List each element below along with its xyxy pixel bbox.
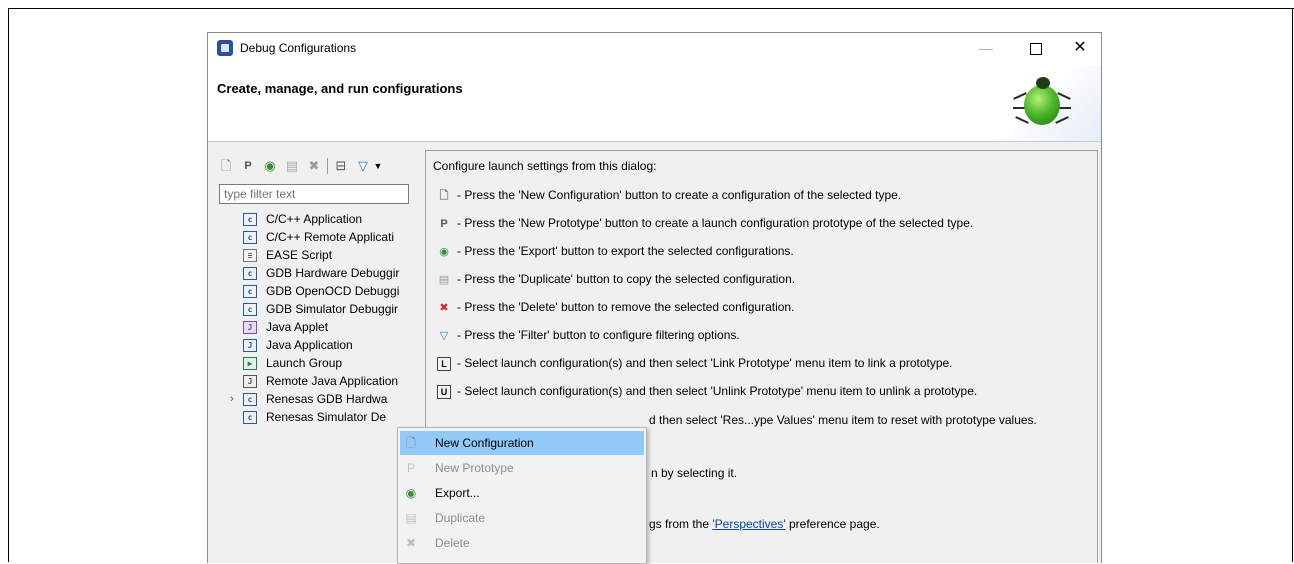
script-icon: ≡ (243, 249, 257, 262)
new-prototype-icon: P (406, 461, 415, 475)
view-menu-icon[interactable]: ▼ (373, 158, 383, 174)
outer-frame-right (1292, 8, 1293, 562)
header-title: Create, manage, and run configurations (217, 81, 463, 96)
outer-frame-left (8, 8, 9, 562)
help-row: 🗋 - Press the 'New Configuration' button … (437, 184, 902, 206)
duplicate-icon: ▤ (405, 511, 417, 525)
outer-frame-top (8, 8, 1294, 9)
menu-item-export[interactable]: ◉ Export... (400, 481, 644, 505)
tree-item[interactable]: J Java Application (215, 336, 425, 354)
bug-head (1036, 77, 1050, 89)
new-prototype-icon: P (440, 217, 448, 230)
export-icon[interactable]: ◉ (262, 158, 278, 174)
maximize-icon (1030, 43, 1042, 56)
tree-item[interactable]: ≡ EASE Script (215, 246, 425, 264)
tree-item[interactable]: c C/C++ Remote Applicati (215, 228, 425, 246)
export-icon: ◉ (439, 245, 449, 258)
perspectives-link[interactable]: 'Perspectives' (712, 517, 785, 531)
new-configuration-icon[interactable]: 🗋 (218, 158, 234, 174)
help-row: P- Press the 'New Prototype' button to c… (437, 212, 973, 234)
filter-icon[interactable]: ▽ (355, 158, 371, 174)
bug-leg (1055, 116, 1069, 124)
tree-item[interactable]: c GDB Hardware Debuggir (215, 264, 425, 282)
tree-item[interactable]: ▶ Launch Group (215, 354, 425, 372)
toolbar-separator (327, 158, 328, 174)
help-row: L- Select launch configuration(s) and th… (437, 352, 953, 374)
configuration-toolbar: 🗋 P ◉ ▤ ✖ ⊟ ▽ ▼ (215, 155, 425, 177)
menu-item-duplicate[interactable]: ▤ Duplicate (400, 506, 644, 530)
tree-item[interactable]: J Java Applet (215, 318, 425, 336)
tree-item[interactable]: c Renesas Simulator De (215, 408, 425, 426)
help-row: ▤ - Press the 'Duplicate' button to copy … (438, 272, 796, 286)
java-app-icon: J (243, 339, 257, 352)
context-menu: 🗋 New Configuration P New Prototype ◉ Expor… (397, 427, 647, 564)
configuration-tree-panel: 🗋 P ◉ ▤ ✖ ⊟ ▽ ▼ cC/C++ Application cC/C+… (215, 150, 425, 563)
tree-item[interactable]: c GDB OpenOCD Debuggi (215, 282, 425, 300)
expand-chevron-icon[interactable]: › (230, 390, 234, 408)
delete-icon: ✖ (405, 536, 417, 550)
close-button[interactable]: ✕ (1060, 36, 1100, 60)
launch-group-icon: ▶ (243, 357, 257, 370)
c-config-icon: c (243, 285, 257, 298)
filter-icon: ▽ (439, 329, 449, 342)
tree-item[interactable]: J Remote Java Application (215, 372, 425, 390)
configuration-type-tree: c C/C++ Application c C/C++ Remote Applica… (215, 210, 425, 426)
bug-leg (1015, 116, 1029, 124)
help-row: ◉ - Press the 'Export' button to export t… (437, 240, 794, 262)
c-config-icon: c (243, 231, 257, 244)
new-configuration-icon: 🗋 (406, 436, 416, 450)
c-config-icon: c (243, 411, 257, 424)
c-config-icon: c (243, 267, 257, 280)
help-intro: Configure launch settings from this dial… (433, 159, 657, 173)
dialog-header: Create, manage, and run configurations (208, 63, 1101, 142)
maximize-button[interactable] (1016, 36, 1056, 60)
collapse-all-icon[interactable]: ⊟ (333, 158, 349, 174)
tree-item[interactable]: c GDB Simulator Debuggir (215, 300, 425, 318)
new-prototype-icon[interactable]: P (240, 158, 256, 174)
link-prototype-icon: L (437, 356, 451, 371)
minimize-button[interactable]: — (966, 36, 1006, 60)
duplicate-icon[interactable]: ▤ (284, 158, 300, 174)
tree-item[interactable]: c C/C++ Application (215, 210, 425, 228)
window-title: Debug Configurations (240, 41, 357, 55)
new-configuration-icon: 🗋 (439, 189, 449, 202)
debug-bug-banner (991, 65, 1101, 141)
help-row: ▽ - Press the 'Filter' button to configur… (437, 324, 740, 346)
delete-icon: ✖ (439, 301, 449, 314)
bug-icon (1024, 85, 1060, 125)
help-row: U- Select launch configuration(s) and th… (437, 380, 977, 402)
delete-icon[interactable]: ✖ (306, 158, 322, 174)
menu-item-new-configuration[interactable]: 🗋 New Configuration (400, 431, 644, 455)
title-bar: Debug Configurations — ✕ (208, 33, 1101, 63)
duplicate-icon: ▤ (438, 273, 450, 286)
help-reset-text: d then select 'Res...ype Values' menu it… (649, 413, 1037, 427)
c-config-icon: c (243, 393, 257, 406)
java-applet-icon: J (243, 321, 257, 334)
unlink-prototype-icon: U (437, 384, 451, 399)
debug-configurations-dialog: Debug Configurations — ✕ Create, manage,… (207, 32, 1102, 563)
menu-item-new-prototype[interactable]: P New Prototype (400, 456, 644, 480)
remote-java-icon: J (243, 375, 257, 388)
help-select-text: n by selecting it. (651, 466, 738, 480)
help-perspectives-text: gs from the 'Perspectives' preference pa… (649, 517, 880, 531)
tree-item[interactable]: › c Renesas GDB Hardwa (215, 390, 425, 408)
eclipse-app-icon (217, 40, 233, 56)
help-row: ✖ - Press the 'Delete' button to remove t… (437, 296, 794, 318)
export-icon: ◉ (405, 486, 417, 500)
filter-input[interactable] (219, 184, 409, 204)
c-config-icon: c (243, 213, 257, 226)
menu-item-delete[interactable]: ✖ Delete (400, 531, 644, 555)
c-config-icon: c (243, 303, 257, 316)
